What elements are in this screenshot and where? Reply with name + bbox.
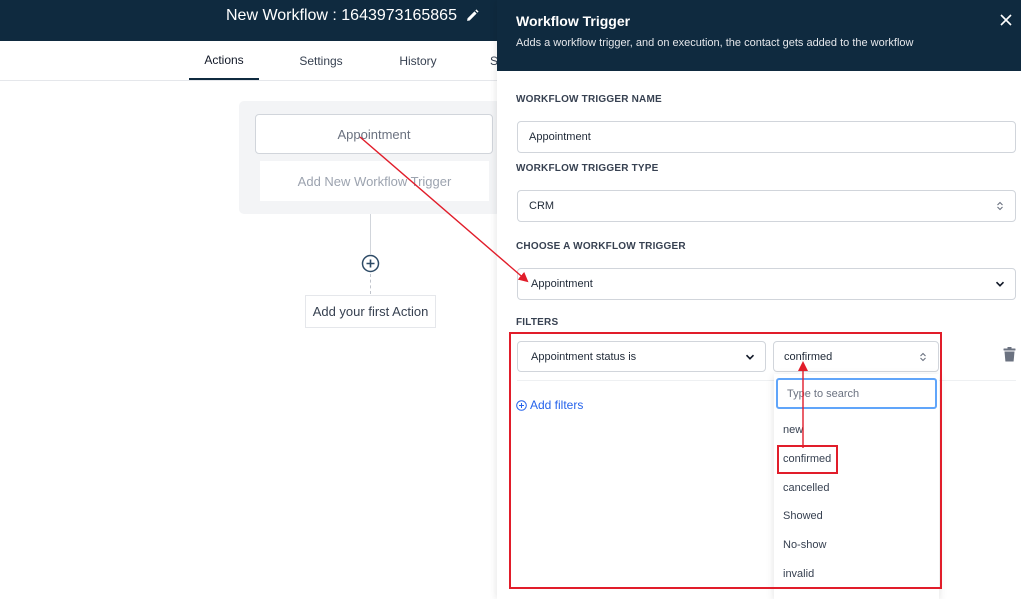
filter-value-select[interactable]: confirmed (773, 341, 939, 372)
panel-subtitle: Adds a workflow trigger, and on executio… (516, 37, 914, 49)
option-confirmed[interactable]: confirmed (783, 453, 831, 465)
updown-chevron-icon (997, 201, 1003, 211)
plus-circle-outline-icon (516, 399, 527, 411)
add-first-action-button[interactable]: Add your first Action (305, 295, 436, 328)
workflow-title[interactable]: New Workflow : 1643973165865 (226, 7, 457, 25)
tab-settings[interactable]: Settings (286, 41, 356, 80)
option-cancelled[interactable]: cancelled (783, 482, 829, 494)
tab-actions[interactable]: Actions (189, 41, 259, 80)
filter-field-value: Appointment status is (531, 350, 637, 363)
connector-dashed (370, 274, 371, 294)
trigger-name-label: WORKFLOW TRIGGER NAME (516, 94, 662, 105)
add-trigger-button[interactable]: Add New Workflow Trigger (260, 161, 489, 201)
chevron-down-icon (745, 354, 755, 360)
workflow-tabs: Actions Settings History S (0, 41, 497, 81)
filter-field-select[interactable]: Appointment status is (517, 341, 766, 372)
trigger-name-value: Appointment (529, 131, 591, 143)
option-no-show[interactable]: No-show (783, 539, 826, 551)
trigger-name-input[interactable]: Appointment (517, 121, 1016, 153)
filters-label: FILTERS (516, 317, 559, 328)
trigger-type-select[interactable]: CRM (517, 190, 1016, 222)
tab-history[interactable]: History (383, 41, 453, 80)
chevron-down-icon (995, 281, 1005, 287)
trigger-type-value: CRM (529, 200, 555, 212)
close-icon[interactable] (999, 13, 1013, 27)
connector-line (370, 214, 371, 254)
plus-circle-icon[interactable] (361, 254, 380, 273)
updown-chevron-icon (920, 352, 926, 362)
panel-header (497, 0, 1021, 71)
option-new[interactable]: new (783, 424, 803, 436)
edit-icon[interactable] (466, 9, 479, 22)
trash-icon[interactable] (1003, 347, 1016, 362)
add-filters-label: Add filters (530, 398, 584, 412)
trigger-type-label: WORKFLOW TRIGGER TYPE (516, 163, 659, 174)
choose-trigger-value: Appointment (531, 278, 593, 290)
option-invalid[interactable]: invalid (783, 568, 814, 580)
choose-trigger-label: CHOOSE A WORKFLOW TRIGGER (516, 241, 686, 252)
dropdown-search-input[interactable] (776, 378, 937, 409)
option-showed[interactable]: Showed (783, 510, 823, 522)
tab-truncated[interactable]: S (490, 41, 497, 80)
trigger-card[interactable]: Appointment (255, 114, 493, 154)
choose-trigger-select[interactable]: Appointment (517, 268, 1016, 300)
panel-title: Workflow Trigger (516, 13, 631, 29)
filter-divider (517, 380, 1016, 381)
add-filters-button[interactable]: Add filters (516, 398, 583, 412)
filter-value-value: confirmed (784, 350, 833, 363)
